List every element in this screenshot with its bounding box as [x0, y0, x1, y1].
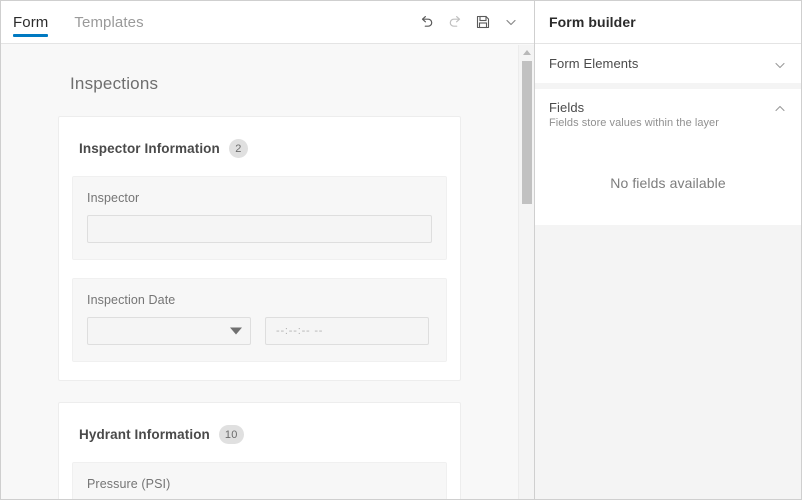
field-pressure-psi[interactable]: Pressure (PSI) — [72, 462, 447, 499]
group-field-count-badge: 2 — [228, 139, 248, 158]
more-options-button[interactable] — [498, 9, 524, 35]
save-icon — [476, 15, 490, 29]
chevron-up-icon — [773, 100, 787, 116]
form-group-hydrant-information[interactable]: Hydrant Information 10 Pressure (PSI) — [58, 402, 461, 499]
form-scroll-area: Inspections Inspector Information 2 Insp… — [1, 44, 534, 499]
tab-templates[interactable]: Templates — [74, 1, 155, 43]
scrollbar-thumb[interactable] — [522, 61, 532, 204]
inspection-time-input[interactable]: --:--:-- -- — [265, 317, 429, 345]
field-inspection-date[interactable]: Inspection Date --:--:-- -- — [72, 278, 447, 362]
inspector-input[interactable] — [87, 215, 432, 243]
inspection-date-select[interactable] — [87, 317, 251, 345]
fields-subtitle: Fields store values within the layer — [549, 117, 719, 129]
fields-label: Fields — [549, 100, 585, 115]
redo-icon — [449, 15, 461, 27]
fields-empty-message: No fields available — [610, 174, 726, 191]
fields-text: Fields Fields store values within the la… — [549, 100, 765, 129]
form-scrollbar[interactable] — [518, 45, 534, 499]
chevron-down-icon — [506, 19, 516, 26]
group-header: Inspector Information 2 — [59, 117, 460, 158]
caret-up-icon — [522, 49, 531, 55]
fields-toggle[interactable]: Fields Fields store values within the la… — [535, 89, 801, 140]
chevron-down-icon — [773, 56, 787, 72]
tab-form-label: Form — [13, 13, 49, 31]
page-title: Inspections — [70, 74, 159, 93]
datetime-row: --:--:-- -- — [87, 317, 432, 345]
tab-form[interactable]: Form — [13, 1, 60, 43]
field-label: Inspector — [87, 191, 140, 205]
toolbar-tabs: Form Templates — [1, 1, 170, 43]
field-label: Inspection Date — [87, 293, 176, 307]
group-field-count-badge: 10 — [218, 425, 244, 444]
form-elements-label: Form Elements — [549, 56, 639, 71]
form-toolbar: Form Templates — [1, 1, 534, 44]
scroll-up-button[interactable] — [519, 45, 534, 59]
form-builder-panel: Form builder Form Elements Fields Fields — [535, 1, 801, 499]
form-content: Inspections Inspector Information 2 Insp… — [1, 44, 534, 499]
fields-list: No fields available — [535, 140, 801, 225]
form-elements-toggle[interactable]: Form Elements — [535, 44, 801, 83]
field-label: Pressure (PSI) — [87, 477, 171, 491]
chevron-down-glyph — [775, 62, 785, 68]
group-title: Hydrant Information — [79, 427, 210, 442]
tab-templates-label: Templates — [74, 13, 144, 31]
redo-button[interactable] — [442, 9, 468, 35]
field-inspector[interactable]: Inspector — [72, 176, 447, 260]
chevron-down-icon — [230, 327, 242, 335]
panel-title: Form builder — [549, 14, 636, 30]
section-fields: Fields Fields store values within the la… — [535, 89, 801, 225]
section-form-elements: Form Elements — [535, 44, 801, 83]
form-elements-text: Form Elements — [549, 56, 765, 71]
toolbar-actions — [414, 1, 534, 43]
form-builder-app: Form Templates Inspections Inspector Inf… — [0, 0, 802, 500]
form-group-inspector-information[interactable]: Inspector Information 2 Inspector Inspec… — [58, 116, 461, 381]
panel-header: Form builder — [535, 1, 801, 44]
group-title: Inspector Information — [79, 141, 220, 156]
undo-icon — [421, 15, 433, 27]
chevron-up-glyph — [775, 105, 785, 112]
form-canvas-pane: Form Templates Inspections Inspector Inf… — [1, 1, 535, 499]
save-button[interactable] — [470, 9, 496, 35]
undo-button[interactable] — [414, 9, 440, 35]
panel-empty-area — [535, 225, 801, 499]
group-header: Hydrant Information 10 — [59, 403, 460, 444]
